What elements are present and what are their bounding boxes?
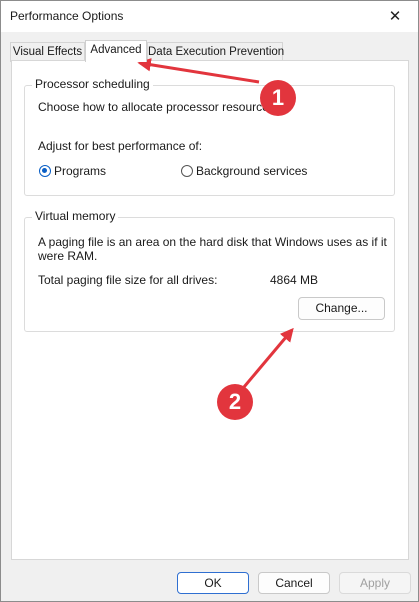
tab-advanced[interactable]: Advanced — [85, 40, 147, 62]
title-bar: Performance Options ✕ — [1, 1, 418, 32]
total-paging-file-label: Total paging file size for all drives: — [38, 273, 218, 287]
advanced-tab-panel: Processor scheduling Choose how to alloc… — [11, 60, 409, 560]
tab-visual-effects[interactable]: Visual Effects — [10, 42, 85, 62]
virtual-memory-description-line1: A paging file is an area on the hard dis… — [38, 235, 387, 249]
virtual-memory-description-line2: were RAM. — [38, 249, 98, 263]
programs-label[interactable]: Programs — [54, 164, 106, 178]
processor-scheduling-legend: Processor scheduling — [32, 77, 153, 91]
adjust-performance-label: Adjust for best performance of: — [38, 139, 203, 153]
annotation-badge-2: 2 — [217, 384, 253, 420]
performance-options-window: Performance Options ✕ Visual Effects Adv… — [0, 0, 419, 602]
apply-button[interactable]: Apply — [339, 572, 411, 594]
window-title: Performance Options — [10, 9, 124, 23]
background-services-radio[interactable] — [181, 165, 193, 177]
total-paging-file-value: 4864 MB — [270, 273, 319, 287]
annotation-badge-1: 1 — [260, 80, 296, 116]
programs-radio[interactable] — [39, 165, 51, 177]
close-icon[interactable]: ✕ — [372, 1, 418, 32]
cancel-button[interactable]: Cancel — [258, 572, 330, 594]
change-button[interactable]: Change... — [298, 297, 385, 320]
ok-button[interactable]: OK — [177, 572, 249, 594]
virtual-memory-group: Virtual memory A paging file is an area … — [24, 209, 395, 332]
background-services-label[interactable]: Background services — [196, 164, 307, 178]
virtual-memory-legend: Virtual memory — [32, 209, 119, 223]
processor-scheduling-description: Choose how to allocate processor resourc… — [38, 100, 279, 114]
tab-data-execution-prevention[interactable]: Data Execution Prevention — [147, 42, 284, 62]
processor-scheduling-group: Processor scheduling Choose how to alloc… — [24, 77, 395, 196]
